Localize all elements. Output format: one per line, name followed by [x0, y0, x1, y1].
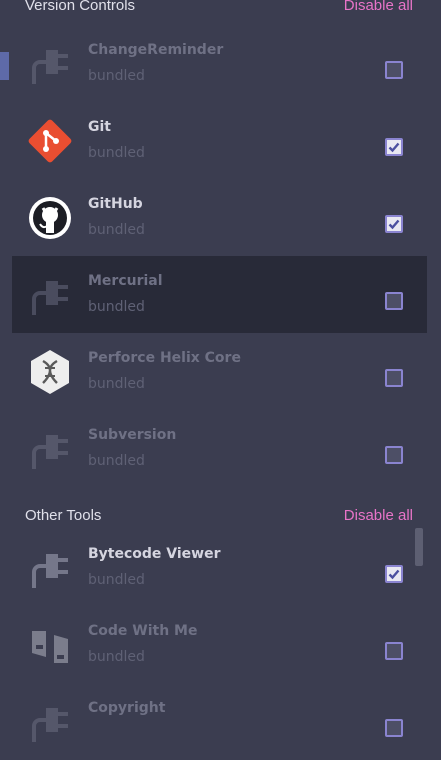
plugin-row-git[interactable]: Git bundled: [12, 102, 427, 179]
plugin-name: GitHub: [88, 196, 143, 212]
plugin-row-changereminder[interactable]: ChangeReminder bundled: [12, 25, 427, 102]
plugin-enable-checkbox[interactable]: [385, 565, 403, 583]
plugin-vendor: bundled: [88, 222, 145, 238]
scrollbar-thumb[interactable]: [415, 528, 423, 566]
git-icon: [28, 119, 72, 163]
plugin-row-subversion[interactable]: Subversion bundled: [12, 410, 427, 487]
plugin-enable-checkbox[interactable]: [385, 215, 403, 233]
disable-all-link[interactable]: Disable all: [344, 0, 413, 14]
section-header-other-tools: Other Tools Disable all: [0, 502, 427, 528]
plugin-enable-checkbox[interactable]: [385, 642, 403, 660]
disable-all-link[interactable]: Disable all: [344, 507, 413, 524]
section-header-version-controls: Version Controls Disable all: [0, 0, 427, 18]
plugin-vendor: bundled: [88, 68, 145, 84]
github-icon: [29, 197, 71, 239]
plugin-name: Bytecode Viewer: [88, 546, 221, 562]
plugin-vendor: bundled: [88, 649, 145, 665]
plugin-enable-checkbox[interactable]: [385, 138, 403, 156]
plugin-enable-checkbox[interactable]: [385, 446, 403, 464]
plugin-enable-checkbox[interactable]: [385, 369, 403, 387]
plugin-vendor: bundled: [88, 453, 145, 469]
list-scroll-indicator: [0, 52, 9, 80]
plugin-enable-checkbox[interactable]: [385, 292, 403, 310]
plugin-row-github[interactable]: GitHub bundled: [12, 179, 427, 256]
section-title: Version Controls: [25, 0, 136, 14]
section-title: Other Tools: [25, 507, 102, 524]
plugin-row-copyright[interactable]: Copyright: [12, 683, 427, 760]
plugin-name: Mercurial: [88, 273, 163, 289]
plugin-name: Git: [88, 119, 111, 135]
plug-icon: [32, 554, 68, 588]
plugin-vendor: bundled: [88, 572, 145, 588]
code-with-me-icon: [32, 631, 68, 663]
plugin-row-mercurial[interactable]: Mercurial bundled: [12, 256, 427, 333]
plugin-name: ChangeReminder: [88, 42, 224, 58]
plugin-name: Subversion: [88, 427, 177, 443]
plug-icon: [32, 50, 68, 84]
plugin-row-code-with-me[interactable]: Code With Me bundled: [12, 606, 427, 683]
plugin-row-bytecode-viewer[interactable]: Bytecode Viewer bundled: [12, 529, 427, 606]
plugin-name: Copyright: [88, 700, 166, 716]
perforce-icon: [31, 350, 69, 394]
plugin-enable-checkbox[interactable]: [385, 61, 403, 79]
plug-icon: [32, 708, 68, 742]
plugin-vendor: bundled: [88, 376, 145, 392]
plugin-enable-checkbox[interactable]: [385, 719, 403, 737]
plugin-name: Code With Me: [88, 623, 198, 639]
plug-icon: [32, 281, 68, 315]
plug-icon: [32, 435, 68, 469]
plugin-name: Perforce Helix Core: [88, 350, 241, 366]
plugin-vendor: bundled: [88, 299, 145, 315]
plugin-row-perforce-helix-core[interactable]: Perforce Helix Core bundled: [12, 333, 427, 410]
plugin-vendor: bundled: [88, 145, 145, 161]
